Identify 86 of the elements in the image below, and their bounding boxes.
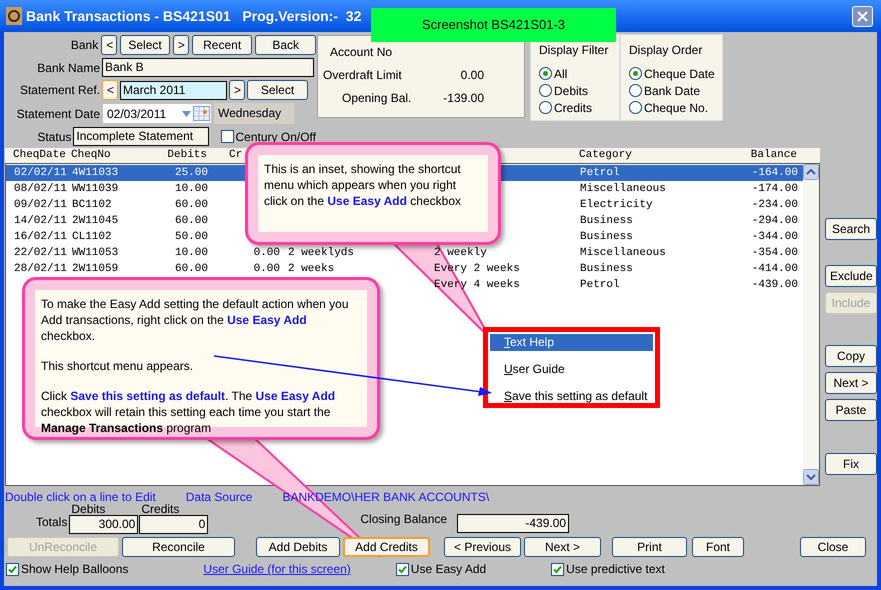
table-cell: Every 2 weeks: [434, 263, 520, 275]
table-cell: 50.00: [174, 231, 208, 243]
table-cell: Business: [580, 263, 633, 275]
table-cell: 2 weekly: [434, 247, 487, 259]
table-cell: 2W11059: [72, 263, 118, 275]
table-cell: Miscellaneous: [580, 183, 666, 195]
day-field: Wednesday: [214, 103, 294, 124]
callout-text: To make the Easy Add setting the default action when you Add transactions, right click on the Use Easy Add checkbox.: [41, 296, 350, 344]
field-label: Century On/Off: [236, 128, 316, 146]
field-label: Closing Balance: [360, 511, 448, 528]
date-value: 02/03/2011: [107, 106, 166, 122]
field-label: Bank Name: [36, 60, 100, 76]
table-cell: 2W11045: [72, 215, 118, 227]
table-cell: 0.00: [254, 263, 280, 275]
table-cell: BC1102: [72, 199, 112, 211]
field-label: Opening Bal.: [341, 90, 412, 106]
table-cell: Petrol: [580, 167, 620, 179]
field-label: Totals: [36, 514, 68, 531]
table-cell: 60.00: [174, 215, 208, 227]
amount: 0.00: [460, 66, 484, 84]
table-cell: CL1102: [72, 231, 112, 243]
field-label: Show Help Balloons: [21, 561, 128, 578]
callout-text: This shortcut menu appears.: [41, 358, 194, 374]
table-cell: WW11039: [72, 183, 118, 195]
table-cell: 25.00: [174, 167, 208, 179]
column-heading: Cr: [229, 149, 242, 161]
column-heading: CheqNo: [71, 149, 111, 161]
field-label: Overdraft Limit: [322, 66, 403, 84]
field-label: Status: [36, 128, 72, 146]
table-cell: 60.00: [174, 263, 208, 275]
table-cell: 10.00: [174, 183, 208, 195]
table-cell: -439.00: [752, 279, 798, 291]
table-cell: -354.00: [752, 247, 798, 259]
field-label: All: [554, 66, 568, 82]
table-cell: 2 weeks: [288, 263, 334, 275]
table-cell: -414.00: [752, 263, 798, 275]
callout-text: This is an inset, showing the shortcut menu which appears when you right click on the Use Easy Add checkbox: [264, 161, 462, 209]
field-label: Use predictive text: [566, 561, 665, 578]
field-label: Statement Ref.: [18, 82, 100, 99]
field-label: Debits: [71, 503, 106, 515]
table-cell: Business: [580, 231, 633, 243]
group-title: Display Filter: [539, 42, 610, 59]
column-heading: CheqDate: [13, 149, 66, 161]
table-cell: 22/02/11: [14, 247, 67, 259]
callout-text: Click Save this setting as default. The Use Easy Add checkbox will retain this setting each time you start the Manage Transactions program: [41, 388, 336, 436]
field-label: Credits: [554, 100, 592, 116]
column-heading: Category: [579, 149, 632, 161]
table-cell: 02/02/11: [14, 167, 67, 179]
table-cell: -174.00: [752, 183, 798, 195]
table-cell: 10.00: [174, 247, 208, 259]
table-cell: 09/02/11: [14, 199, 67, 211]
table-cell: 4W11033: [72, 167, 118, 179]
field-label: Use Easy Add: [410, 561, 486, 578]
group-title: Display Order: [629, 42, 704, 59]
table-cell: -344.00: [752, 231, 798, 243]
table-cell: Miscellaneous: [580, 247, 666, 259]
window-title: Bank Transactions - BS421S01 Prog.Version:- 32: [26, 6, 362, 26]
field-label: Credits: [141, 503, 180, 515]
field-label: Statement Date: [16, 106, 100, 122]
table-cell: 16/02/11: [14, 231, 67, 243]
table-cell: 28/02/11: [14, 263, 67, 275]
table-cell: -234.00: [752, 199, 798, 211]
table-cell: Electricity: [580, 199, 653, 211]
table-cell: 60.00: [174, 199, 208, 211]
column-heading: Balance: [750, 149, 797, 161]
table-cell: 0.00: [254, 247, 280, 259]
field-label: Bank: [70, 37, 98, 54]
hint-text: Double click on a line to Edit: [5, 489, 156, 504]
field-label: Debits: [554, 82, 588, 100]
table-cell: 2 weeklyds: [288, 247, 354, 259]
table-cell: Every 4 weeks: [434, 279, 520, 291]
table-cell: Business: [580, 215, 633, 227]
amount: -139.00: [442, 90, 484, 106]
table-cell: 14/02/11: [14, 215, 67, 227]
field-label: Bank Date: [644, 82, 700, 100]
table-cell: 08/02/11: [14, 183, 67, 195]
table-cell: WW11053: [72, 247, 118, 259]
table-cell: -164.00: [752, 167, 798, 179]
field-label: Cheque Date: [644, 66, 715, 82]
field-label: Account No: [329, 44, 394, 60]
banner: Screenshot BS421S01-3: [371, 8, 616, 42]
table-cell: -294.00: [752, 215, 798, 227]
data-source-label: Data Source: [186, 489, 252, 506]
table-cell: Petrol: [580, 279, 620, 291]
field-label: Cheque No.: [644, 100, 708, 116]
column-heading: Debits: [167, 149, 207, 161]
